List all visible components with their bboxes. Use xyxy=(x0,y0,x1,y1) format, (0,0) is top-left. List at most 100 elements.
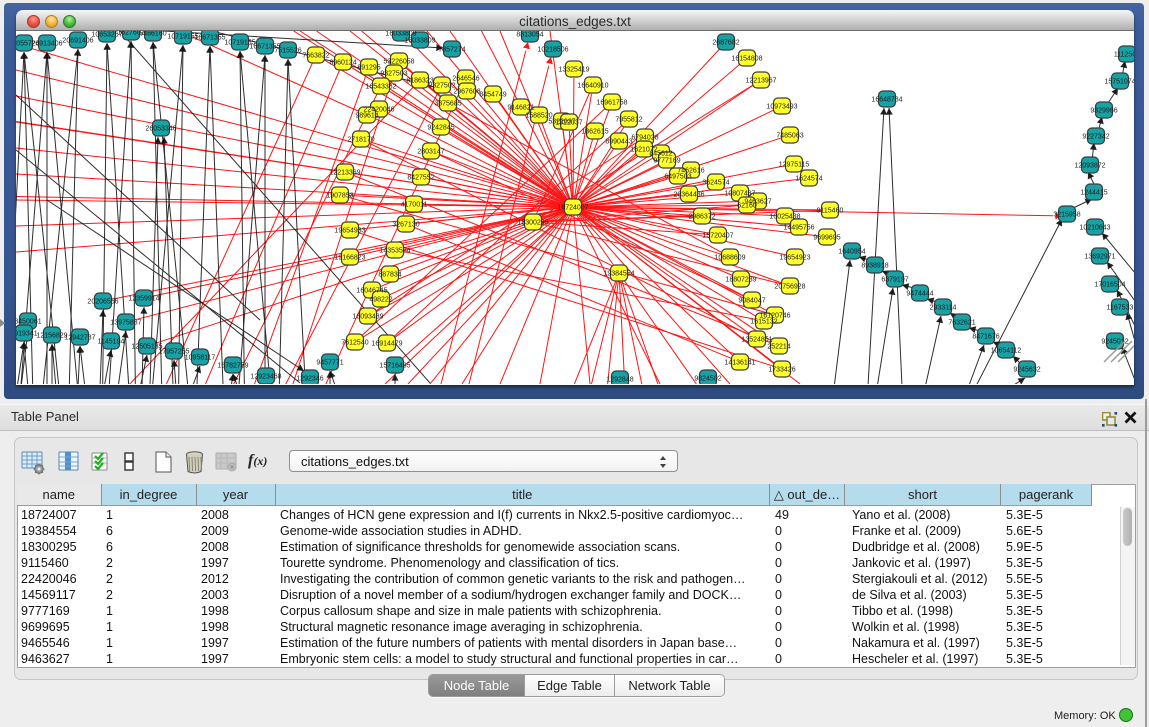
svg-text:16033809: 16033809 xyxy=(404,38,435,45)
svg-text:3215958: 3215958 xyxy=(1053,212,1080,219)
svg-text:18300295: 18300295 xyxy=(517,220,548,227)
svg-text:1615132: 1615132 xyxy=(750,319,777,326)
svg-text:9242845: 9242845 xyxy=(427,125,454,132)
svg-text:12359914: 12359914 xyxy=(128,296,159,303)
svg-text:18724007: 18724007 xyxy=(557,205,588,212)
svg-text:20206556: 20206556 xyxy=(87,299,118,306)
svg-text:10210643: 10210643 xyxy=(1079,225,1110,232)
svg-text:12213369: 12213369 xyxy=(329,170,360,177)
svg-text:20691406: 20691406 xyxy=(62,38,93,45)
svg-text:7357274: 7357274 xyxy=(438,47,465,54)
svg-text:2718170: 2718170 xyxy=(347,137,374,144)
svg-text:14136141: 14136141 xyxy=(724,360,755,367)
svg-text:16648784: 16648784 xyxy=(871,97,902,104)
svg-text:2687682: 2687682 xyxy=(712,40,739,47)
svg-text:1145194: 1145194 xyxy=(98,339,125,346)
svg-text:13975887: 13975887 xyxy=(110,320,141,327)
svg-text:10025438: 10025438 xyxy=(769,214,800,221)
svg-text:2986372: 2986372 xyxy=(688,214,715,221)
svg-text:10218506: 10218506 xyxy=(537,47,568,54)
svg-text:6497503: 6497503 xyxy=(664,174,691,181)
svg-text:4170011: 4170011 xyxy=(401,202,428,209)
svg-text:10654112: 10654112 xyxy=(991,348,1022,355)
svg-text:18807289: 18807289 xyxy=(725,277,756,284)
svg-text:3875685: 3875685 xyxy=(434,101,461,108)
svg-text:845612: 845612 xyxy=(649,151,672,158)
svg-text:15751074: 15751074 xyxy=(1104,79,1134,86)
svg-text:1322037: 1322037 xyxy=(555,120,582,127)
svg-text:53226058: 53226058 xyxy=(383,59,414,66)
svg-text:19166823: 19166823 xyxy=(334,255,365,262)
svg-text:6466160: 6466160 xyxy=(139,31,166,38)
svg-text:498222: 498222 xyxy=(369,297,392,304)
svg-text:10958117: 10958117 xyxy=(185,355,216,362)
svg-text:8454749: 8454749 xyxy=(479,92,506,99)
svg-text:16046745: 16046745 xyxy=(356,288,387,295)
svg-text:1362615: 1362615 xyxy=(581,129,608,136)
svg-text:2646546: 2646546 xyxy=(452,76,479,83)
svg-text:13325419: 13325419 xyxy=(558,67,589,74)
svg-text:13524851: 13524851 xyxy=(741,337,772,344)
svg-text:8960124: 8960124 xyxy=(329,60,356,67)
svg-text:9084047: 9084047 xyxy=(738,298,765,305)
svg-text:10807487: 10807487 xyxy=(724,191,755,198)
svg-text:14495756: 14495756 xyxy=(783,225,814,232)
svg-text:12093872: 12093872 xyxy=(1074,163,1105,170)
svg-text:16543382: 16543382 xyxy=(365,84,396,91)
svg-text:3919341: 3919341 xyxy=(16,331,38,338)
svg-text:12213967: 12213967 xyxy=(745,78,776,85)
svg-text:16154808: 16154808 xyxy=(731,56,762,63)
svg-text:1292346: 1292346 xyxy=(296,376,323,383)
svg-text:13692971: 13692971 xyxy=(1084,254,1115,261)
svg-text:16961758: 16961758 xyxy=(596,100,627,107)
svg-text:1733426: 1733426 xyxy=(768,367,795,374)
svg-text:7485063: 7485063 xyxy=(776,133,803,140)
svg-text:9227342: 9227342 xyxy=(1082,134,1109,141)
svg-text:14353584: 14353584 xyxy=(379,248,410,255)
svg-text:10688609: 10688609 xyxy=(714,255,745,262)
svg-text:1292848: 1292848 xyxy=(606,377,633,384)
svg-text:7612540: 7612540 xyxy=(341,340,368,347)
svg-text:10973493: 10973493 xyxy=(766,104,797,111)
svg-text:15720407: 15720407 xyxy=(702,233,733,240)
svg-text:12923468: 12923468 xyxy=(250,374,281,381)
svg-text:3624574: 3624574 xyxy=(702,180,729,187)
svg-text:12156829: 12156829 xyxy=(36,333,67,340)
svg-text:20364436: 20364436 xyxy=(673,192,704,199)
svg-text:12975115: 12975115 xyxy=(779,162,810,169)
svg-text:26913406: 26913406 xyxy=(31,41,62,48)
svg-text:3267130: 3267130 xyxy=(392,222,419,229)
svg-text:2967608: 2967608 xyxy=(453,89,480,96)
svg-text:19654923: 19654923 xyxy=(779,255,810,262)
svg-text:1624574: 1624574 xyxy=(795,176,822,183)
svg-text:9245632: 9245632 xyxy=(1013,367,1040,374)
svg-text:8471676: 8471676 xyxy=(972,334,999,341)
svg-text:1244415: 1244415 xyxy=(1080,190,1107,197)
svg-text:989614: 989614 xyxy=(355,113,378,120)
svg-text:7515526: 7515526 xyxy=(274,48,301,55)
svg-text:1640954: 1640954 xyxy=(838,249,865,256)
svg-text:62160: 62160 xyxy=(737,203,757,210)
svg-text:9699695: 9699695 xyxy=(813,235,840,242)
svg-text:1112505: 1112505 xyxy=(1114,52,1134,59)
svg-text:9146821: 9146821 xyxy=(507,105,534,112)
svg-text:17016504: 17016504 xyxy=(1094,282,1125,289)
svg-text:9327503: 9327503 xyxy=(380,71,407,78)
svg-text:2803147: 2803147 xyxy=(417,149,444,156)
svg-text:8990443: 8990443 xyxy=(605,139,632,146)
svg-text:252214: 252214 xyxy=(767,344,790,351)
svg-text:15716485: 15716485 xyxy=(379,363,410,370)
svg-text:2933114: 2933114 xyxy=(930,305,957,312)
svg-text:16093489: 16093489 xyxy=(352,314,383,321)
svg-text:20756928: 20756928 xyxy=(774,284,805,291)
svg-text:16640910: 16640910 xyxy=(577,83,608,90)
svg-text:16671355: 16671355 xyxy=(194,35,225,42)
svg-text:9824502: 9824502 xyxy=(694,376,721,383)
svg-text:6379197: 6379197 xyxy=(881,277,908,284)
svg-text:9327502: 9327502 xyxy=(428,83,455,90)
svg-text:891295: 891295 xyxy=(357,65,380,72)
svg-text:7955812: 7955812 xyxy=(615,117,642,124)
svg-text:6794028: 6794028 xyxy=(631,135,658,142)
svg-text:8427552: 8427552 xyxy=(407,175,434,182)
svg-text:8450061: 8450061 xyxy=(16,319,42,326)
